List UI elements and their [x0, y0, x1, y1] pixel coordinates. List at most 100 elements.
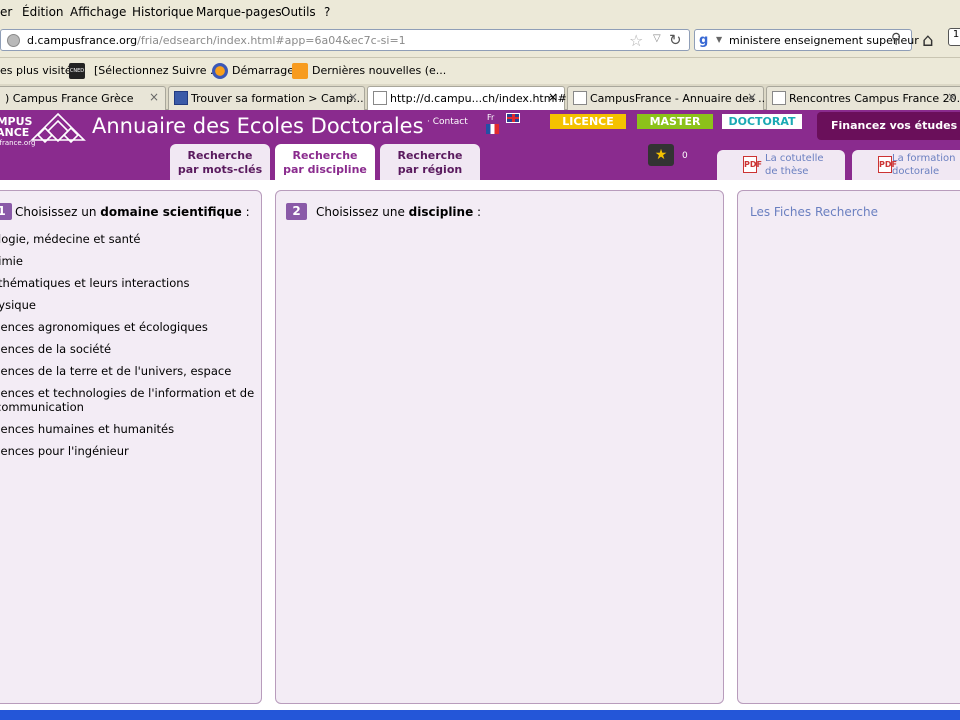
- step-2-title: Choisissez une discipline :: [316, 205, 481, 219]
- step-2-bold: discipline: [408, 205, 474, 219]
- doctorat-button[interactable]: DOCTORAT: [722, 114, 802, 129]
- address-bar[interactable]: d.campusfrance.org/fria/edsearch/index.h…: [0, 29, 690, 51]
- tab-recherche-mots-cles[interactable]: Recherche par mots-clés: [170, 144, 270, 180]
- blank-page-icon: [573, 91, 587, 105]
- page-content: CAMPUS FRANCE campusfrance.org Annuaire …: [0, 110, 960, 720]
- close-tab-icon[interactable]: ×: [947, 90, 957, 104]
- search-box[interactable]: g ▼ ministere enseignement superieur ⚲: [694, 29, 919, 51]
- pdf-link-label: La formation doctorale: [892, 152, 955, 178]
- step-2-badge: 2: [286, 203, 307, 220]
- domain-item-line-2: communication: [0, 400, 84, 414]
- pdf-icon: PDF: [878, 156, 897, 173]
- step-1-badge: 1: [0, 203, 12, 220]
- address-text[interactable]: d.campusfrance.org/fria/edsearch/index.h…: [27, 34, 406, 47]
- domain-item-agronomie[interactable]: ciences agronomiques et écologiques: [0, 320, 208, 334]
- step-1-prefix: Choisissez un: [15, 205, 101, 219]
- bookmark-star-icon[interactable]: ☆: [629, 31, 643, 50]
- pdf-line-1: La cotutelle: [765, 153, 824, 164]
- cned-icon[interactable]: CNED: [69, 63, 85, 79]
- domain-item-ingenieur[interactable]: ciences pour l'ingénieur: [0, 444, 129, 458]
- step-1-suffix: :: [241, 205, 250, 219]
- close-tab-icon[interactable]: ×: [149, 90, 159, 104]
- downloads-badge[interactable]: 1: [948, 28, 960, 46]
- menu-marque-pages[interactable]: Marque-pages: [196, 5, 282, 19]
- site-title: Annuaire des Ecoles Doctorales: [92, 114, 424, 138]
- tab-trouver-formation[interactable]: Trouver sa formation > Camp... ×: [168, 86, 365, 110]
- tab-recherche-region[interactable]: Recherche par région: [380, 144, 480, 180]
- navigation-bar: d.campusfrance.org/fria/edsearch/index.h…: [0, 24, 960, 58]
- menu-fichier[interactable]: er: [0, 5, 12, 19]
- domain-item-humaines[interactable]: ciences humaines et humanités: [0, 422, 174, 436]
- menu-historique[interactable]: Historique: [132, 5, 194, 19]
- domain-item-terre-univers[interactable]: ciences de la terre et de l'univers, esp…: [0, 364, 231, 378]
- formation-doctorale-pdf-link[interactable]: PDF La formation doctorale: [852, 150, 960, 180]
- domain-item-mathematiques[interactable]: athématiques et leurs interactions: [0, 276, 190, 290]
- tab-line-1: Recherche: [187, 149, 253, 162]
- tab-campus-france-grece[interactable]: ) Campus France Grèce ×: [0, 86, 166, 110]
- campus-france-diamond-logo-icon: [30, 112, 86, 144]
- tab-bar: ) Campus France Grèce × Trouver sa forma…: [0, 84, 960, 111]
- pdf-line-2: de thèse: [765, 166, 809, 177]
- close-tab-icon[interactable]: ×: [348, 90, 358, 104]
- windows-taskbar: [0, 710, 960, 720]
- discipline-panel: 2 Choisissez une discipline :: [275, 190, 724, 704]
- url-domain: d.campusfrance.org: [27, 34, 138, 47]
- blank-page-icon: [373, 91, 387, 105]
- domain-item-chimie[interactable]: nimie: [0, 254, 23, 268]
- domain-item-societe[interactable]: ciences de la société: [0, 342, 111, 356]
- tab-annuaire[interactable]: CampusFrance - Annuaire des ... ×: [567, 86, 769, 110]
- step-2-suffix: :: [473, 205, 482, 219]
- tab-label: Rencontres Campus France 20...: [789, 92, 960, 105]
- master-button[interactable]: MASTER: [637, 114, 713, 129]
- close-tab-icon[interactable]: ×: [548, 90, 558, 104]
- cotutelle-pdf-link[interactable]: PDF La cotutelle de thèse: [717, 150, 845, 180]
- financez-vos-etudes-button[interactable]: Financez vos études: [817, 112, 960, 140]
- blank-page-icon: [772, 91, 786, 105]
- domain-item-physique[interactable]: nysique: [0, 298, 36, 312]
- domain-item-biologie[interactable]: ologie, médecine et santé: [0, 232, 141, 246]
- pdf-line-2: doctorale: [892, 166, 940, 177]
- search-magnifier-icon[interactable]: ⚲: [891, 31, 901, 47]
- site-header: CAMPUS FRANCE campusfrance.org Annuaire …: [0, 110, 960, 180]
- english-flag-icon[interactable]: [506, 113, 520, 123]
- menu-aide[interactable]: ?: [324, 5, 330, 19]
- reload-icon[interactable]: ↻: [669, 31, 682, 49]
- fiches-recherche-link[interactable]: Les Fiches Recherche: [750, 205, 878, 219]
- menu-affichage[interactable]: Affichage: [70, 5, 126, 19]
- tab-line-2: par mots-clés: [177, 163, 263, 176]
- bookmark-dernieres-nouvelles[interactable]: Dernières nouvelles (e...: [312, 64, 446, 77]
- firefox-icon: [212, 63, 228, 79]
- pdf-line-1: La formation: [892, 153, 956, 164]
- licence-button[interactable]: LICENCE: [550, 114, 626, 129]
- menu-outils[interactable]: Outils: [281, 5, 316, 19]
- french-flag-icon[interactable]: [486, 124, 499, 134]
- tab-label: ) Campus France Grèce: [5, 92, 134, 105]
- bookmark-most-visited[interactable]: es plus visités: [0, 64, 77, 77]
- bookmark-suivre[interactable]: [Sélectionnez Suivre ...: [94, 64, 221, 77]
- tab-label: http://d.campu...ch/index.html#: [390, 92, 567, 105]
- tab-line-1: Recherche: [397, 149, 463, 162]
- url-path: /fria/edsearch/index.html#app=6a04&ec7c-…: [137, 34, 406, 47]
- menu-edition[interactable]: Édition: [22, 5, 64, 19]
- domain-item-line-1: ciences et technologies de l'information…: [0, 386, 255, 400]
- home-icon[interactable]: ⌂: [922, 30, 933, 51]
- history-dropdown-icon[interactable]: ▽: [653, 33, 661, 44]
- pdf-link-label: La cotutelle de thèse: [765, 152, 824, 178]
- domain-item-stic[interactable]: ciences et technologies de l'information…: [0, 386, 254, 414]
- tab-rencontres[interactable]: Rencontres Campus France 20... ×: [766, 86, 960, 110]
- tab-line-2: par discipline: [283, 163, 367, 176]
- bookmark-demarrage[interactable]: Démarrage: [232, 64, 294, 77]
- contact-link[interactable]: · Contact: [427, 117, 468, 127]
- tab-current-page[interactable]: http://d.campu...ch/index.html# ×: [367, 86, 567, 111]
- favorites-basket-icon[interactable]: ★: [648, 144, 674, 166]
- step-2-prefix: Choisissez une: [316, 205, 409, 219]
- step-1-title: Choisissez un domaine scientifique :: [15, 205, 250, 219]
- tab-line-1: Recherche: [292, 149, 358, 162]
- close-tab-icon[interactable]: ×: [747, 90, 757, 104]
- google-engine-icon[interactable]: g: [699, 33, 715, 49]
- domain-panel: 1 Choisissez un domaine scientifique : o…: [0, 190, 262, 704]
- lang-fr-label[interactable]: Fr: [487, 113, 494, 122]
- site-identity-icon[interactable]: [7, 34, 20, 47]
- tab-recherche-discipline[interactable]: Recherche par discipline: [275, 144, 375, 180]
- engine-dropdown-icon[interactable]: ▼: [716, 35, 722, 44]
